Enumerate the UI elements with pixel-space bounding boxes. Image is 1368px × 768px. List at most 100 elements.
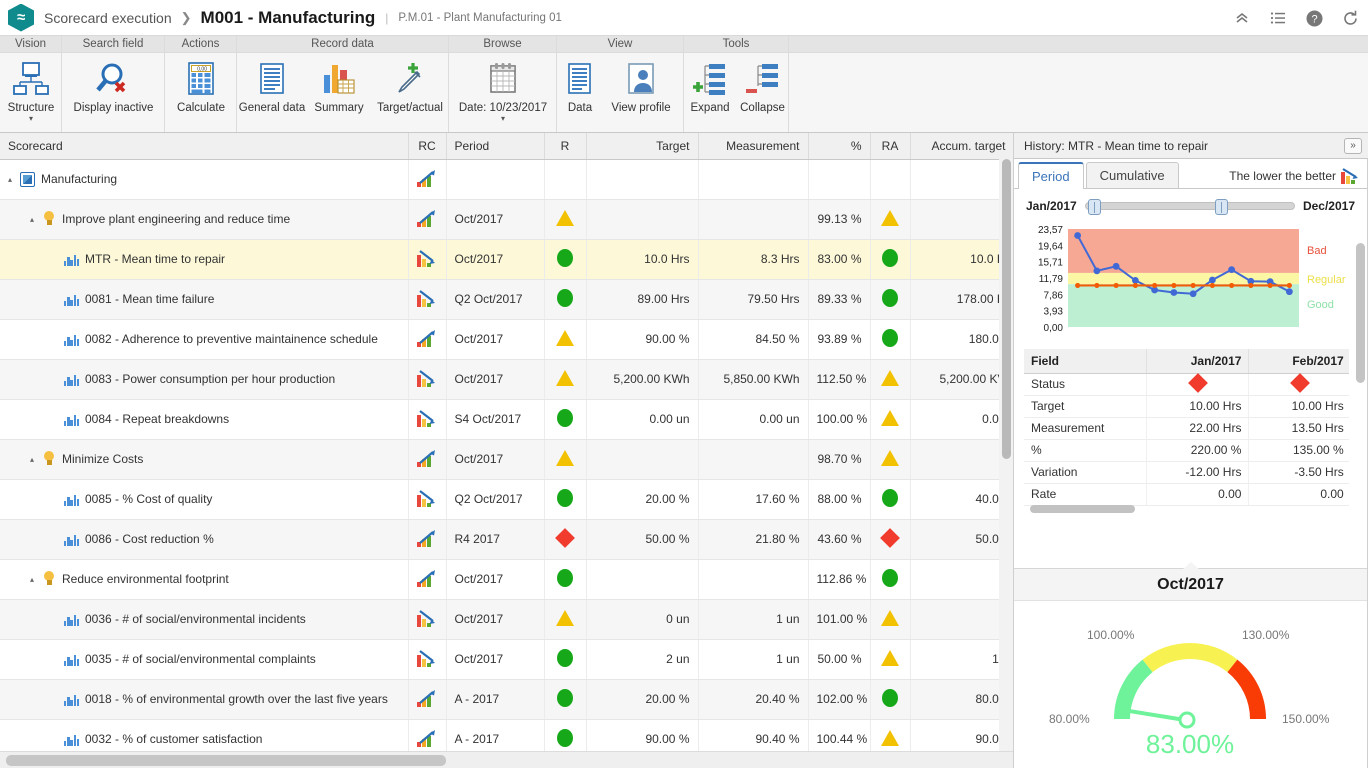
display-inactive-button[interactable]: Display inactive — [62, 57, 165, 116]
col-measurement[interactable]: Measurement — [698, 133, 808, 159]
table-row[interactable]: ▴Reduce environmental footprintOct/20171… — [0, 559, 1014, 599]
panel-expand-icon[interactable]: » — [1344, 138, 1362, 154]
history-panel-title: History: MTR - Mean time to repair — [1024, 139, 1344, 153]
row-label: 0084 - Repeat breakdowns — [85, 412, 229, 426]
collapse-up-icon[interactable] — [1232, 8, 1252, 28]
slider-track[interactable] — [1085, 202, 1295, 210]
structure-icon — [12, 59, 50, 99]
row-expander-icon[interactable]: ▴ — [30, 215, 42, 224]
slider-from-label: Jan/2017 — [1026, 199, 1077, 213]
cell-rc — [408, 439, 446, 479]
cell-scorecard-name[interactable]: 0082 - Adherence to preventive maintaine… — [0, 319, 408, 359]
refresh-icon[interactable] — [1340, 8, 1360, 28]
collapse-button[interactable]: Collapse — [736, 57, 789, 116]
ribbon-button-label: Target/actual — [377, 102, 443, 114]
view-profile-button[interactable]: View profile — [603, 57, 679, 116]
row-expander-icon[interactable]: ▴ — [8, 175, 20, 184]
table-row[interactable]: 0084 - Repeat breakdownsS4 Oct/20170.00 … — [0, 399, 1014, 439]
history-col-2[interactable]: Feb/2017 — [1249, 349, 1349, 373]
cell-measurement: 1 un — [698, 599, 808, 639]
slider-handle-right[interactable] — [1215, 199, 1228, 215]
row-label: 0032 - % of customer satisfaction — [85, 732, 262, 746]
table-row[interactable]: MTR - Mean time to repairOct/201710.0 Hr… — [0, 239, 1014, 279]
col-rc[interactable]: RC — [408, 133, 446, 159]
target-actual-button[interactable]: Target/actual — [371, 57, 449, 116]
cell-scorecard-name[interactable]: 0083 - Power consumption per hour produc… — [0, 359, 408, 399]
chevron-down-icon[interactable]: ▾ — [29, 115, 33, 122]
tab-cumulative[interactable]: Cumulative — [1086, 162, 1179, 188]
general-data-button[interactable]: General data — [237, 57, 307, 116]
indicator-chart-icon — [64, 612, 79, 626]
row-label: 0085 - % Cost of quality — [85, 492, 212, 506]
breadcrumb-root[interactable]: Scorecard execution — [44, 10, 172, 26]
cell-measurement — [698, 559, 808, 599]
cell-period: Q2 Oct/2017 — [446, 279, 544, 319]
cell-scorecard-name[interactable]: 0035 - # of social/environmental complai… — [0, 639, 408, 679]
slider-handle-left[interactable] — [1088, 199, 1101, 215]
row-expander-icon[interactable]: ▴ — [30, 455, 42, 464]
cell-r-status — [544, 599, 586, 639]
help-icon[interactable]: ? — [1304, 8, 1324, 28]
cell-scorecard-name[interactable]: 0081 - Mean time failure — [0, 279, 408, 319]
col-period[interactable]: Period — [446, 133, 544, 159]
grid-horizontal-scroll-thumb[interactable] — [6, 755, 446, 766]
data-button[interactable]: Data — [557, 57, 603, 116]
history-tabs: Period Cumulative The lower the better — [1014, 159, 1367, 189]
table-row[interactable]: 0018 - % of environmental growth over th… — [0, 679, 1014, 719]
history-scroll-thumb[interactable] — [1030, 505, 1135, 513]
col-accum-target[interactable]: Accum. target — [910, 133, 1014, 159]
date-browse-button[interactable]: Date: 10/23/2017 ▾ — [449, 57, 557, 124]
period-range-slider[interactable]: Jan/2017 Dec/2017 — [1014, 189, 1367, 217]
grid-vertical-scrollbar[interactable] — [999, 159, 1013, 751]
cell-scorecard-name[interactable]: 0086 - Cost reduction % — [0, 519, 408, 559]
grid-horizontal-scrollbar[interactable] — [0, 751, 1014, 768]
table-row[interactable]: 0082 - Adherence to preventive maintaine… — [0, 319, 1014, 359]
calculate-button[interactable]: 0,00 Calculate — [165, 57, 237, 116]
chevron-down-icon[interactable]: ▾ — [501, 115, 505, 122]
table-row[interactable]: 0035 - # of social/environmental complai… — [0, 639, 1014, 679]
col-percent[interactable]: % — [808, 133, 870, 159]
row-expander-icon[interactable]: ▴ — [30, 575, 42, 584]
cell-scorecard-name[interactable]: ▴Reduce environmental footprint — [0, 559, 408, 599]
indicator-chart-icon — [64, 372, 79, 386]
status-green-circle-icon — [557, 289, 573, 307]
cell-r-status — [544, 679, 586, 719]
history-col-1[interactable]: Jan/2017 — [1147, 349, 1249, 373]
history-horizontal-scrollbar[interactable] — [1030, 505, 1330, 513]
cell-scorecard-name[interactable]: ▴Manufacturing — [0, 159, 408, 199]
cell-scorecard-name[interactable]: 0018 - % of environmental growth over th… — [0, 679, 408, 719]
summary-button[interactable]: Summary — [307, 57, 371, 116]
history-col-0[interactable]: Field — [1024, 349, 1147, 373]
cell-scorecard-name[interactable]: 0084 - Repeat breakdowns — [0, 399, 408, 439]
panel-scroll-thumb-upper[interactable] — [1356, 243, 1365, 383]
cell-r-status — [544, 439, 586, 479]
cell-percent: 99.13 % — [808, 199, 870, 239]
col-scorecard[interactable]: Scorecard — [0, 133, 408, 159]
cell-scorecard-name[interactable]: 0085 - % Cost of quality — [0, 479, 408, 519]
cell-rc — [408, 639, 446, 679]
cell-scorecard-name[interactable]: MTR - Mean time to repair — [0, 239, 408, 279]
grid-vertical-scroll-thumb[interactable] — [1002, 159, 1011, 459]
col-target[interactable]: Target — [586, 133, 698, 159]
table-row[interactable]: ▴Improve plant engineering and reduce ti… — [0, 199, 1014, 239]
cell-scorecard-name[interactable]: ▴Improve plant engineering and reduce ti… — [0, 199, 408, 239]
table-row[interactable]: 0081 - Mean time failureQ2 Oct/201789.00… — [0, 279, 1014, 319]
table-row[interactable]: ▴Manufacturing — [0, 159, 1014, 199]
cell-scorecard-name[interactable]: ▴Minimize Costs — [0, 439, 408, 479]
tab-period[interactable]: Period — [1018, 162, 1084, 189]
list-icon[interactable] — [1268, 8, 1288, 28]
cell-target — [586, 439, 698, 479]
table-row[interactable]: 0036 - # of social/environmental inciden… — [0, 599, 1014, 639]
structure-button[interactable]: Structure ▾ — [0, 57, 62, 124]
scorecard-grid[interactable]: Scorecard RC Period R Target Measurement… — [0, 133, 1014, 768]
cell-scorecard-name[interactable]: 0036 - # of social/environmental inciden… — [0, 599, 408, 639]
table-row[interactable]: 0086 - Cost reduction %R4 201750.00 %21.… — [0, 519, 1014, 559]
table-row[interactable]: 0083 - Power consumption per hour produc… — [0, 359, 1014, 399]
history-data-table-wrap[interactable]: FieldJan/2017Feb/2017Mar/201 StatusTarge… — [1024, 349, 1367, 509]
table-row[interactable]: ▴Minimize CostsOct/201798.70 % — [0, 439, 1014, 479]
table-row[interactable]: 0085 - % Cost of qualityQ2 Oct/201720.00… — [0, 479, 1014, 519]
expand-button[interactable]: Expand — [684, 57, 736, 116]
col-r[interactable]: R — [544, 133, 586, 159]
col-ra[interactable]: RA — [870, 133, 910, 159]
cell-period: Oct/2017 — [446, 639, 544, 679]
